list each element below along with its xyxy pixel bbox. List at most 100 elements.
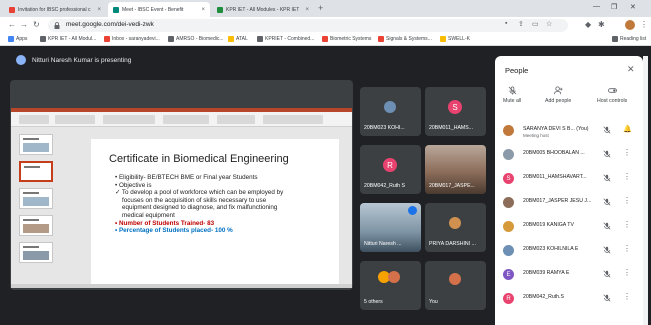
participant-row[interactable]: 20BM023 KOHILNILA E ⋮ — [495, 240, 643, 264]
share-icon[interactable]: ⇪ — [518, 20, 524, 28]
gmail-favicon-icon — [9, 6, 15, 13]
participant-row[interactable]: SARANYA DEVI S B... (You) Meeting host 🔔 — [495, 120, 643, 144]
close-tab-icon[interactable]: × — [305, 7, 309, 13]
back-icon[interactable]: ← — [8, 20, 16, 29]
mic-off-icon[interactable] — [603, 294, 611, 302]
more-options-icon[interactable]: ⋮ — [623, 292, 631, 301]
bookmark-item[interactable]: AMRSO - Biomedic... — [168, 36, 224, 42]
participant-row[interactable]: S 20BM011_HAMSHAVART... ⋮ — [495, 168, 643, 192]
more-options-icon[interactable]: ⋮ — [623, 268, 631, 277]
slide-bullet: • Eligibility- BE/BTECH BME or Final yea… — [115, 174, 258, 181]
mic-off-icon[interactable] — [603, 174, 611, 182]
browser-toolbar: ← → ↻ meet.google.com/dei-vedi-zwk ▪ ⇪ ▭… — [0, 17, 651, 34]
host-label: Meeting host — [523, 133, 549, 138]
mic-off-icon[interactable] — [603, 270, 611, 278]
meet-favicon-icon — [113, 6, 119, 13]
participant-tile[interactable]: PRIYA DARSHINI ... — [425, 203, 486, 252]
mic-off-icon[interactable] — [603, 198, 611, 206]
host-controls-button[interactable]: Host controls — [597, 86, 627, 104]
more-options-icon[interactable]: ⋮ — [623, 220, 631, 229]
slide-bullet: equipment designed to diagnose, and fix … — [122, 204, 278, 212]
cast-icon[interactable]: ▭ — [532, 20, 539, 28]
participant-avatar — [503, 149, 514, 160]
reload-icon[interactable]: ↻ — [33, 20, 40, 29]
slide-thumbnail — [19, 215, 53, 236]
slide-thumbnail-selected — [19, 161, 53, 182]
reading-list-icon — [612, 36, 618, 42]
participant-row[interactable]: E 20BM039 RAMYA E ⋮ — [495, 264, 643, 288]
mic-off-icon[interactable] — [603, 126, 611, 134]
browser-tab-active[interactable]: Meet - IBSC Event - Benefit × — [108, 2, 210, 17]
camera-in-use-icon[interactable]: ▪ — [505, 20, 507, 27]
close-tab-icon[interactable]: × — [201, 7, 205, 13]
kebab-menu-icon[interactable]: ⋮ — [640, 20, 648, 29]
panel-scrollbar[interactable] — [643, 56, 648, 325]
browser-tab[interactable]: Invitation for IBSC professional c × — [4, 2, 106, 17]
extension-icon[interactable]: ◆ — [585, 20, 591, 29]
participant-tile[interactable]: Nitturi Naresh ... — [360, 203, 421, 252]
puzzle-icon[interactable]: ✱ — [598, 20, 605, 29]
bookmark-item[interactable]: Biometric Systems — [322, 36, 371, 42]
panel-title: People — [505, 66, 529, 75]
pin-icon[interactable]: 🔔 — [623, 125, 632, 133]
minimize-icon[interactable]: — — [593, 3, 600, 10]
slide-title: Certificate in Biomedical Engineering — [109, 153, 289, 165]
mute-all-icon — [508, 86, 516, 95]
host-controls-icon — [607, 88, 617, 93]
forward-icon[interactable]: → — [20, 20, 28, 29]
gmail-icon — [104, 36, 110, 42]
mute-all-button[interactable]: Mute all — [503, 86, 521, 104]
participant-row[interactable]: 20BM019 KANIGA TV ⋮ — [495, 216, 643, 240]
add-person-icon — [553, 86, 563, 95]
tab-strip: Invitation for IBSC professional c × Mee… — [0, 0, 651, 17]
participant-avatar: S — [448, 100, 462, 114]
participant-row[interactable]: R 20BM042_Ruth.S ⋮ — [495, 288, 643, 312]
participant-tile[interactable]: 20BM017_JASPE... — [425, 145, 486, 194]
bookmark-item[interactable]: ATAL — [228, 36, 248, 42]
participant-tile[interactable]: S 20BM011_HAMS... — [425, 87, 486, 136]
bookmark-item[interactable]: Inbox - saranyadevi... — [104, 36, 160, 42]
slide-bullets: • Eligibility- BE/BTECH BME or Final yea… — [115, 174, 335, 235]
bookmark-item[interactable]: KPRIET - Combined... — [257, 36, 314, 42]
close-window-icon[interactable]: ✕ — [630, 3, 636, 11]
url-text: meet.google.com/dei-vedi-zwk — [66, 21, 154, 28]
more-options-icon[interactable]: ⋮ — [623, 148, 631, 157]
current-slide: Certificate in Biomedical Engineering • … — [91, 139, 339, 287]
profile-avatar[interactable] — [625, 20, 635, 30]
self-tile[interactable]: You — [425, 261, 486, 310]
bookmark-item[interactable]: KPR IET - All Modul... — [40, 36, 96, 42]
browser-tab[interactable]: KPR IET - All Modules - KPR IET × — [212, 2, 314, 17]
others-tile[interactable]: 5 others — [360, 261, 421, 310]
bookmark-apps[interactable]: Apps — [8, 36, 27, 42]
more-options-icon[interactable]: ⋮ — [623, 172, 631, 181]
participant-row[interactable]: 20BM005 BHOOBALAN ... ⋮ — [495, 144, 643, 168]
participant-avatar: R — [503, 293, 514, 304]
apps-grid-icon — [8, 36, 14, 42]
address-bar[interactable]: meet.google.com/dei-vedi-zwk ▪ ⇪ ▭ ☆ — [48, 19, 568, 32]
kpr-favicon-icon — [217, 6, 223, 13]
slide-bullet: focuses on the acquisition of skills nec… — [122, 196, 267, 204]
mic-off-icon[interactable] — [603, 246, 611, 254]
participant-tile[interactable]: R 20BM042_Ruth S — [360, 145, 421, 194]
slide-bullet-highlight: • Percentage of Students placed- 100 % — [115, 227, 233, 235]
slide-bullet-highlight: • Number of Students Trained- 83 — [115, 219, 215, 227]
new-tab-button[interactable]: + — [318, 3, 323, 13]
add-people-button[interactable]: Add people — [545, 86, 571, 104]
mic-off-icon[interactable] — [603, 150, 611, 158]
bookmark-item[interactable]: SWELL-K — [440, 36, 470, 42]
bookmarks-bar: Apps KPR IET - All Modul... Inbox - sara… — [0, 34, 651, 46]
more-options-icon[interactable]: ⋮ — [623, 244, 631, 253]
participant-row[interactable]: 20BM017_JASPER JESU J... ⋮ — [495, 192, 643, 216]
close-panel-icon[interactable]: ✕ — [627, 64, 635, 75]
reading-list[interactable]: Reading list — [612, 36, 646, 42]
close-tab-icon[interactable]: × — [97, 7, 101, 13]
participant-photo — [388, 271, 400, 283]
participant-tile[interactable]: 20BM023 KOHI... — [360, 87, 421, 136]
presenter-banner: Nitturi Naresh Kumar is presenting — [16, 55, 131, 65]
participant-avatar: E — [503, 269, 514, 280]
bookmark-item[interactable]: Signals & Systems... — [378, 36, 432, 42]
more-options-icon[interactable]: ⋮ — [623, 196, 631, 205]
maximize-icon[interactable]: ❐ — [611, 3, 617, 11]
mic-off-icon[interactable] — [603, 222, 611, 230]
bookmark-star-icon[interactable]: ☆ — [546, 20, 552, 28]
